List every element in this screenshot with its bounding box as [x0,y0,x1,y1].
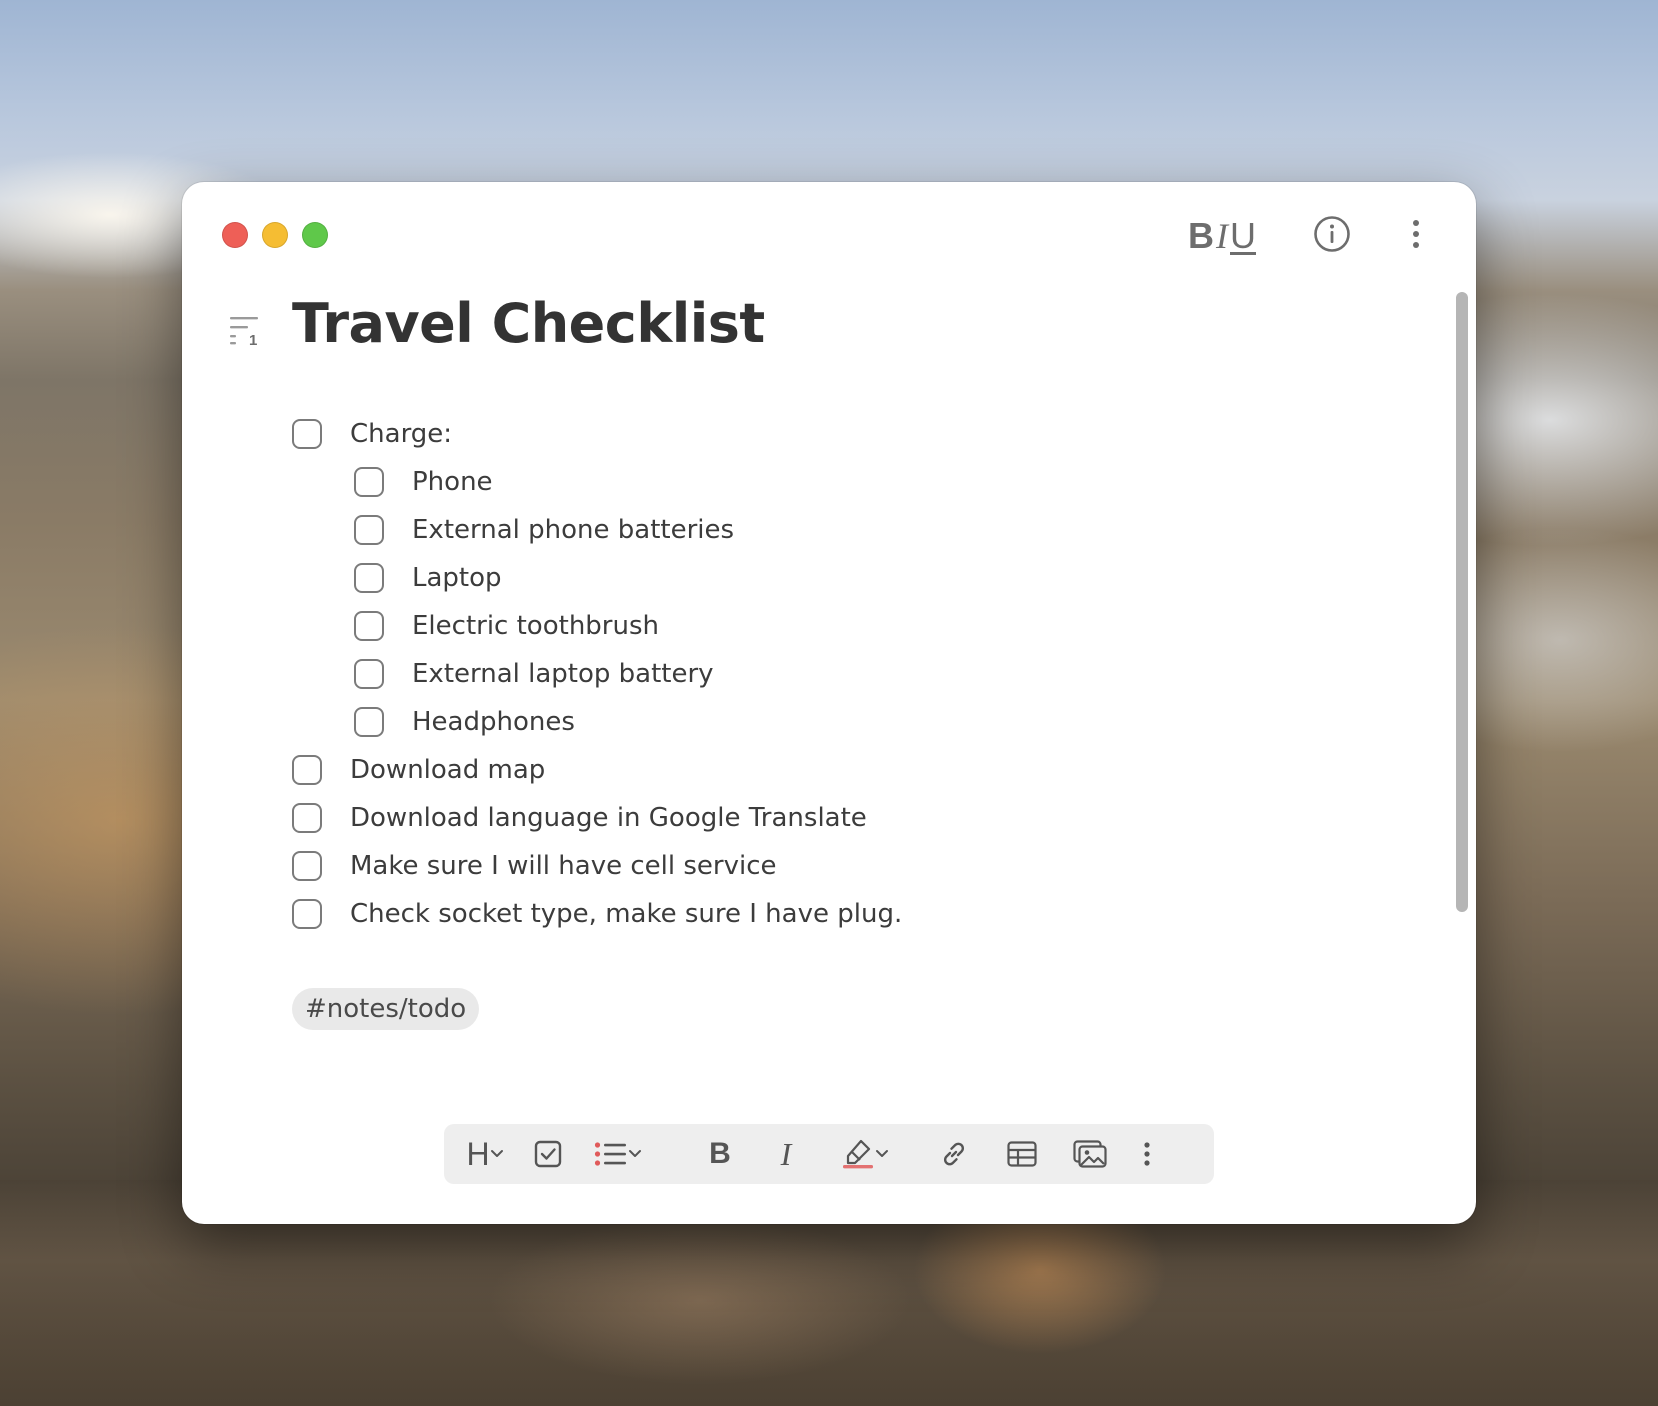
todo-item: Electric toothbrush [292,602,902,650]
note-window: BIU 1 Travel Checklist Charge: Phone Ext… [182,182,1476,1224]
todo-label[interactable]: Download map [350,755,545,785]
todo-label[interactable]: Make sure I will have cell service [350,851,777,881]
todo-checkbox[interactable] [292,419,322,449]
image-icon[interactable] [1070,1124,1110,1184]
todo-item: Phone [292,458,902,506]
todo-checkbox[interactable] [292,899,322,929]
todo-item: Laptop [292,554,902,602]
note-title[interactable]: Travel Checklist [292,292,765,355]
todo-item: Download map [292,746,902,794]
table-icon[interactable] [1004,1124,1040,1184]
tag-chip[interactable]: #notes/todo [292,988,480,1030]
todo-checkbox[interactable] [354,563,384,593]
format-italic-glyph: I [1216,216,1228,256]
format-bold-glyph: B [1188,215,1214,256]
list-icon [594,1142,626,1166]
italic-button[interactable]: I [768,1124,804,1184]
more-options-icon[interactable] [1396,214,1436,254]
todo-label[interactable]: Headphones [412,707,575,737]
scrollbar-thumb[interactable] [1456,292,1468,912]
todo-checkbox[interactable] [354,611,384,641]
format-underline-glyph: U [1230,215,1256,256]
todo-list: Charge: Phone External phone batteries L… [292,410,902,938]
todo-item: External phone batteries [292,506,902,554]
todo-label[interactable]: Charge: [350,419,452,449]
link-icon[interactable] [936,1124,972,1184]
todo-checkbox[interactable] [292,755,322,785]
todo-label[interactable]: Phone [412,467,493,497]
todo-checkbox[interactable] [354,515,384,545]
bold-button[interactable]: B [702,1124,738,1184]
todo-item: Download language in Google Translate [292,794,902,842]
todo-checkbox-icon[interactable] [530,1124,566,1184]
todo-checkbox[interactable] [354,659,384,689]
todo-label[interactable]: Laptop [412,563,502,593]
todo-checkbox[interactable] [354,467,384,497]
todo-label[interactable]: Electric toothbrush [412,611,659,641]
text-format-button[interactable]: BIU [1188,214,1256,258]
chevron-down-icon [876,1150,888,1157]
heading-button[interactable]: H [462,1124,508,1184]
todo-item: Charge: [292,410,902,458]
outline-number: 1 [249,332,257,346]
todo-label[interactable]: External laptop battery [412,659,714,689]
todo-item: Headphones [292,698,902,746]
chevron-down-icon [629,1150,641,1157]
todo-item: Check socket type, make sure I have plug… [292,890,902,938]
todo-item: External laptop battery [292,650,902,698]
todo-label[interactable]: External phone batteries [412,515,734,545]
close-window-button[interactable] [222,222,248,248]
toolbar-more-icon[interactable] [1132,1124,1162,1184]
todo-checkbox[interactable] [354,707,384,737]
heading-glyph: H [466,1135,490,1172]
todo-checkbox[interactable] [292,803,322,833]
todo-checkbox[interactable] [292,851,322,881]
highlighter-button[interactable] [840,1124,890,1184]
format-toolbar: H B I [444,1124,1214,1184]
todo-label[interactable]: Check socket type, make sure I have plug… [350,899,902,929]
todo-item: Make sure I will have cell service [292,842,902,890]
outline-icon[interactable]: 1 [230,316,262,349]
highlighter-icon [843,1139,873,1169]
zoom-window-button[interactable] [302,222,328,248]
list-button[interactable] [590,1124,646,1184]
chevron-down-icon [490,1150,503,1157]
todo-label[interactable]: Download language in Google Translate [350,803,867,833]
minimize-window-button[interactable] [262,222,288,248]
info-icon[interactable] [1312,214,1352,254]
